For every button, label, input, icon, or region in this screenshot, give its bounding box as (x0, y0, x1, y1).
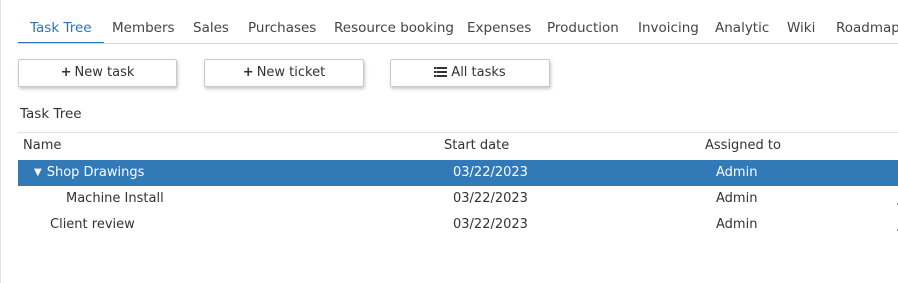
assigned-to-cell: Admin (716, 191, 758, 206)
table-row[interactable]: Machine Install 03/22/2023 Admin (18, 186, 898, 212)
column-header-name[interactable]: Name (23, 138, 61, 153)
tab-wiki[interactable]: Wiki (787, 0, 815, 43)
tab-bar: Task Tree Members Sales Purchases Resour… (18, 0, 898, 44)
tab-resource-booking[interactable]: Resource booking (334, 0, 454, 43)
new-task-label: New task (74, 65, 135, 80)
column-header-start-date[interactable]: Start date (444, 138, 509, 153)
project-panel: Task Tree Members Sales Purchases Resour… (0, 0, 898, 283)
tab-invoicing[interactable]: Invoicing (638, 0, 699, 43)
column-header-assigned-to[interactable]: Assigned to (705, 138, 781, 153)
all-tasks-button[interactable]: All tasks (390, 59, 550, 87)
table-row[interactable]: ▼ Shop Drawings 03/22/2023 Admin (18, 160, 898, 186)
section-divider (18, 132, 898, 133)
task-name-cell[interactable]: Client review (50, 212, 135, 238)
all-tasks-label: All tasks (451, 65, 506, 80)
new-ticket-button[interactable]: + New ticket (204, 59, 364, 87)
new-ticket-label: New ticket (256, 65, 326, 80)
start-date-cell: 03/22/2023 (453, 217, 528, 232)
tab-expenses[interactable]: Expenses (467, 0, 531, 43)
section-title: Task Tree (20, 106, 82, 122)
tab-members[interactable]: Members (112, 0, 175, 43)
tab-analytic[interactable]: Analytic (715, 0, 769, 43)
assigned-to-cell: Admin (716, 165, 758, 180)
caret-down-icon[interactable]: ▼ (34, 160, 42, 186)
list-icon (434, 67, 448, 77)
plus-icon: + (242, 65, 254, 80)
start-date-cell: 03/22/2023 (453, 191, 528, 206)
plus-icon: + (60, 65, 72, 80)
tab-task-tree[interactable]: Task Tree (18, 0, 104, 43)
table-row[interactable]: Client review 03/22/2023 Admin (18, 212, 898, 238)
task-name: Shop Drawings (46, 165, 145, 180)
start-date-cell: 03/22/2023 (453, 165, 528, 180)
new-task-button[interactable]: + New task (18, 59, 177, 87)
task-name-cell[interactable]: ▼ Shop Drawings (34, 160, 144, 186)
tab-roadmap[interactable]: Roadmap (836, 0, 898, 43)
task-name-cell[interactable]: Machine Install (66, 186, 164, 212)
tab-production[interactable]: Production (547, 0, 619, 43)
assigned-to-cell: Admin (716, 217, 758, 232)
tab-purchases[interactable]: Purchases (248, 0, 316, 43)
tab-sales[interactable]: Sales (193, 0, 229, 43)
